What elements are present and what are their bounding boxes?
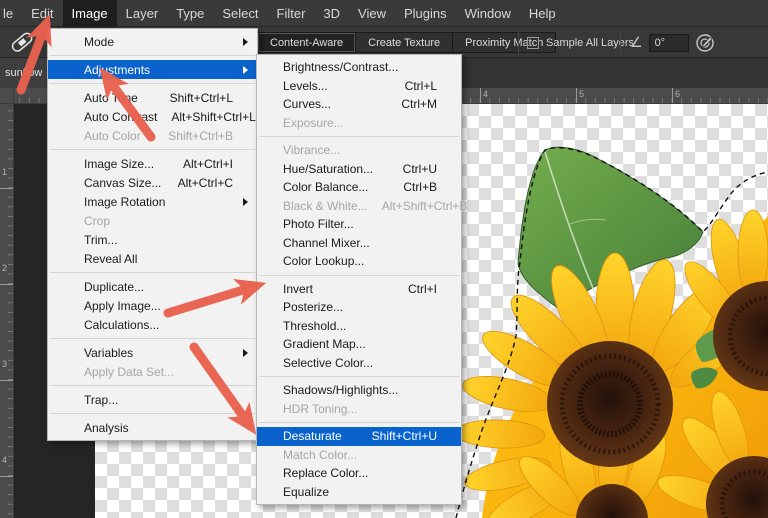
menu-item-threshold[interactable]: Threshold...	[257, 317, 461, 336]
menu-item-hue-saturation[interactable]: Hue/Saturation... Ctrl+U	[257, 160, 461, 179]
menu-separator	[50, 272, 255, 273]
create-texture-button[interactable]: Create Texture	[355, 32, 454, 53]
ruler-number: 1	[2, 167, 8, 177]
menu-item-exposure: Exposure...	[283, 115, 344, 130]
menubar-item-filter[interactable]: Filter	[268, 0, 315, 27]
menu-separator	[259, 136, 459, 137]
menubar-item-edit[interactable]: Edit	[22, 0, 62, 27]
menu-item-color-balance[interactable]: Color Balance... Ctrl+B	[257, 178, 461, 197]
menubar-item-help[interactable]: Help	[520, 0, 565, 27]
menu-item-auto-color: Auto Color Shift+Ctrl+B	[84, 128, 233, 143]
adjustments-submenu: Brightness/Contrast... Levels... Ctrl+L C…	[256, 54, 468, 505]
menu-item-channel-mixer[interactable]: Channel Mixer...	[257, 234, 461, 253]
menubar-item-plugins[interactable]: Plugins	[395, 0, 456, 27]
menu-item-photo-filter[interactable]: Photo Filter...	[257, 215, 461, 234]
ruler-number: 4	[2, 455, 8, 465]
menu-item-auto-tone[interactable]: Auto Tone Shift+Ctrl+L	[48, 88, 257, 107]
menubar-item-window[interactable]: Window	[456, 0, 520, 27]
image-menu: Mode Adjustments Auto Tone Shift+Ctrl+L A…	[47, 28, 258, 441]
ruler-number: 3	[2, 359, 8, 369]
menu-item-posterize[interactable]: Posterize...	[257, 298, 461, 317]
content-aware-button[interactable]: Content-Aware	[257, 32, 357, 53]
ruler-corner	[0, 88, 14, 104]
menu-separator	[259, 274, 459, 276]
menu-item-duplicate[interactable]: Duplicate...	[48, 277, 257, 296]
sample-all-layers-option[interactable]: Sample All Layers	[527, 27, 634, 58]
photoshop-window: 4 5 6 1 2 3 4 sunflow Content-Aware Crea…	[0, 0, 768, 518]
menu-separator	[259, 422, 459, 423]
menu-bar: le Edit Image Layer Type Select Filter 3…	[0, 0, 768, 27]
menu-item-color-lookup[interactable]: Color Lookup...	[257, 252, 461, 271]
ruler-number: 4	[483, 89, 489, 99]
document-tab-label: sunflow	[5, 67, 43, 79]
menu-separator	[50, 413, 255, 414]
angle-icon: ∠	[630, 34, 643, 50]
menu-item-replace-color[interactable]: Replace Color...	[257, 464, 461, 483]
menu-item-vibrance: Vibrance...	[283, 143, 341, 158]
menu-separator	[259, 376, 459, 377]
tool-preset-button[interactable]	[0, 26, 44, 58]
menu-item-apply-image[interactable]: Apply Image...	[48, 296, 257, 315]
sunflower-image	[454, 146, 768, 518]
menu-item-auto-contrast[interactable]: Auto Contrast Alt+Shift+Ctrl+L	[48, 107, 257, 126]
menubar-item-3d[interactable]: 3D	[314, 0, 349, 27]
menu-item-gradient-map[interactable]: Gradient Map...	[257, 335, 461, 354]
menu-separator	[50, 149, 255, 150]
menubar-item-file[interactable]: le	[0, 0, 22, 27]
tablet-pressure-icon[interactable]	[694, 32, 716, 59]
vertical-ruler[interactable]: 1 2 3 4	[0, 104, 14, 518]
brush-angle-input[interactable]: 0°	[648, 33, 689, 52]
menu-item-adjustments[interactable]: Adjustments	[48, 60, 257, 79]
healing-brush-icon	[11, 32, 32, 52]
menu-item-crop: Crop	[84, 213, 111, 228]
menu-item-canvas-size[interactable]: Canvas Size... Alt+Ctrl+C	[48, 173, 257, 192]
menu-item-curves[interactable]: Curves... Ctrl+M	[257, 95, 461, 114]
menu-item-calculations[interactable]: Calculations...	[48, 315, 257, 334]
menu-separator	[50, 385, 255, 386]
menu-item-invert[interactable]: Invert Ctrl+I	[257, 280, 461, 299]
menu-item-image-size[interactable]: Image Size... Alt+Ctrl+I	[48, 154, 257, 173]
menu-item-brightness-contrast[interactable]: Brightness/Contrast...	[257, 58, 461, 77]
menu-item-black-white: Black & White... Alt+Shift+Ctrl+B	[283, 198, 468, 213]
menu-item-desaturate[interactable]: Desaturate Shift+Ctrl+U	[257, 427, 461, 446]
menu-item-variables[interactable]: Variables	[48, 343, 257, 362]
menu-item-apply-data-set: Apply Data Set...	[84, 364, 175, 379]
menu-separator	[50, 338, 255, 339]
menu-item-mode[interactable]: Mode	[48, 32, 257, 51]
menu-item-shadows-highlights[interactable]: Shadows/Highlights...	[257, 381, 461, 400]
menu-item-reveal-all[interactable]: Reveal All	[48, 249, 257, 268]
menu-item-hdr-toning: HDR Toning...	[283, 401, 358, 416]
menu-item-trap[interactable]: Trap...	[48, 390, 257, 409]
menubar-item-select[interactable]: Select	[213, 0, 267, 27]
menubar-item-image[interactable]: Image	[62, 0, 117, 27]
menu-item-equalize[interactable]: Equalize	[257, 483, 461, 502]
menu-item-selective-color[interactable]: Selective Color...	[257, 354, 461, 373]
menu-item-trim[interactable]: Trim...	[48, 230, 257, 249]
menu-item-match-color: Match Color...	[283, 447, 358, 462]
sample-all-layers-checkbox[interactable]	[527, 36, 539, 49]
menubar-item-layer[interactable]: Layer	[117, 0, 168, 27]
menu-item-analysis[interactable]: Analysis	[48, 418, 257, 437]
divider	[620, 31, 621, 54]
menu-item-levels[interactable]: Levels... Ctrl+L	[257, 77, 461, 96]
ruler-number: 6	[675, 89, 681, 99]
menu-separator	[50, 55, 255, 56]
menubar-item-view[interactable]: View	[349, 0, 395, 27]
healing-type-buttons: Content-Aware Create Texture Proximity M…	[257, 32, 557, 53]
divider	[518, 31, 519, 54]
menu-separator	[50, 83, 255, 84]
ruler-number: 2	[2, 263, 8, 273]
menu-item-image-rotation[interactable]: Image Rotation	[48, 192, 257, 211]
ruler-number: 5	[579, 89, 585, 99]
menubar-item-type[interactable]: Type	[167, 0, 213, 27]
